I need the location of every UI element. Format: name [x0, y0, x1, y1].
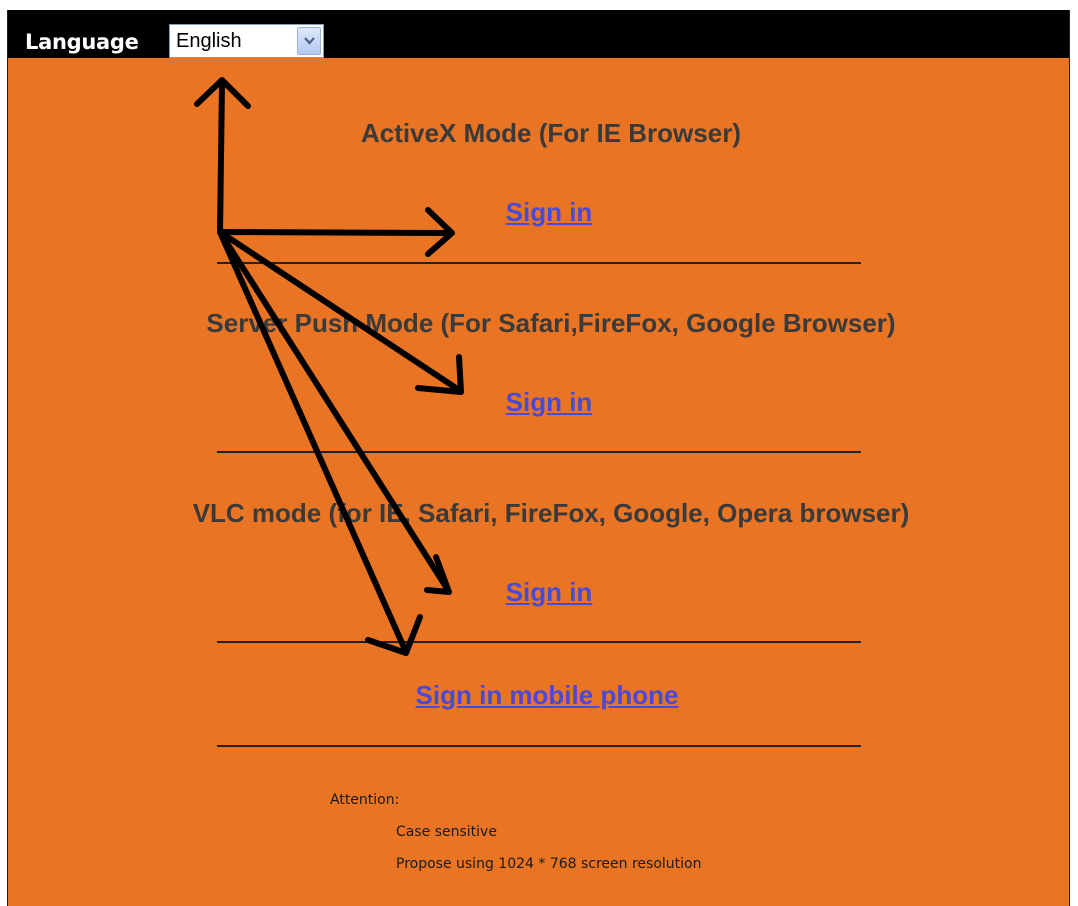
chevron-down-icon[interactable]	[297, 27, 321, 55]
language-bar: Language English	[8, 10, 1069, 58]
attention-item: Propose using 1024 * 768 screen resoluti…	[396, 856, 702, 872]
vlc-mode-title: VLC mode (for IE, Safari, FireFox, Googl…	[192, 498, 910, 528]
language-select-value: English	[176, 30, 242, 52]
activex-mode-title: ActiveX Mode (For IE Browser)	[361, 118, 741, 148]
divider	[217, 262, 861, 264]
server-push-signin-link[interactable]: Sign in	[10, 387, 1078, 418]
vlc-signin-link[interactable]: Sign in	[10, 577, 1078, 608]
language-select[interactable]: English	[169, 24, 324, 58]
language-label: Language	[25, 30, 139, 54]
server-push-mode-title: Server Push Mode (For Safari,FireFox, Go…	[206, 308, 896, 338]
activex-signin-link[interactable]: Sign in	[10, 197, 1078, 228]
divider	[217, 641, 861, 643]
attention-label: Attention:	[330, 792, 400, 808]
divider	[217, 745, 861, 747]
mobile-signin-link[interactable]: Sign in mobile phone	[8, 680, 1078, 711]
attention-item: Case sensitive	[396, 824, 497, 840]
divider	[217, 451, 861, 453]
